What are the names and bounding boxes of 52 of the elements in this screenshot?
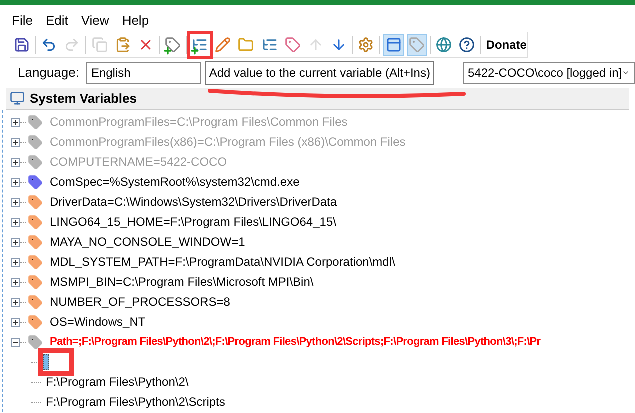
expand-toggle[interactable] — [11, 278, 20, 286]
menu-item[interactable]: View — [81, 11, 110, 31]
variable-text[interactable]: LINGO64_15_HOME=F:\Program Files\LINGO64_15\ — [50, 213, 336, 231]
expand-toggle[interactable] — [11, 178, 20, 186]
plus-icon — [162, 46, 173, 56]
variable-text[interactable]: OS=Windows_NT — [50, 313, 146, 331]
language-label: Language: — [18, 64, 80, 82]
tag-plus-icon — [164, 36, 181, 52]
expand-toggle[interactable] — [11, 238, 20, 246]
variable-text[interactable]: MSMPI_BIN=C:\Program Files\Microsoft MPI\Bin\ — [50, 273, 314, 291]
user-value: 5422-COCO\coco [logged in] — [468, 65, 622, 82]
save-icon — [14, 36, 30, 52]
text-cursor — [43, 354, 49, 370]
tooltip: Add value to the current variable (Alt+Ins) — [205, 61, 434, 85]
path-value[interactable]: F:\Program Files\Python\2\ — [46, 373, 189, 391]
variable-text[interactable]: MAYA_NO_CONSOLE_WINDOW=1 — [50, 233, 246, 251]
plus-icon — [190, 46, 200, 56]
expand-toggle[interactable] — [11, 218, 20, 226]
section-title: System Variables — [30, 90, 137, 108]
folder-icon — [238, 36, 254, 52]
variable-text[interactable]: Path=;F:\Program Files\Python\2\;F:\Program Files\Python\2\Scripts;F:\Program Files\Python\3\;F:\Pr — [50, 334, 541, 350]
variable-text[interactable]: DriverData=C:\Windows\System32\Drivers\DriverData — [50, 193, 338, 211]
expand-toggle[interactable] — [11, 198, 20, 206]
expand-toggle[interactable] — [11, 298, 20, 306]
pencil-icon — [215, 36, 232, 52]
redo-icon — [64, 36, 80, 52]
menu-item[interactable]: File — [12, 11, 33, 31]
variable-text[interactable]: ComSpec=%SystemRoot%\system32\cmd.exe — [50, 173, 300, 191]
menu-item[interactable]: Help — [122, 11, 150, 31]
user-dropdown[interactable]: 5422-COCO\coco [logged in] — [463, 62, 635, 84]
window-info-icon — [386, 36, 402, 52]
undo-icon — [41, 36, 58, 52]
expand-toggle[interactable] — [11, 318, 20, 326]
tag-icon — [408, 36, 425, 52]
menu-item[interactable]: Edit — [46, 11, 68, 31]
variable-text[interactable]: MDL_SYSTEM_PATH=F:\ProgramData\NVIDIA Corporation\mdl\ — [50, 253, 396, 271]
expand-toggle[interactable] — [11, 258, 20, 266]
help-icon — [459, 36, 476, 52]
gear-icon — [358, 36, 374, 52]
variable-text[interactable]: NUMBER_OF_PROCESSORS=8 — [50, 293, 230, 311]
globe-icon — [436, 36, 452, 52]
toolbar-button[interactable] — [383, 34, 404, 56]
path-value[interactable]: F:\Program Files\Python\2\Scripts — [46, 393, 226, 411]
monitor-icon — [10, 91, 25, 106]
copy-icon — [92, 36, 108, 52]
language-field[interactable]: English — [86, 62, 202, 84]
list-icon — [262, 36, 278, 52]
donate-link[interactable]: Donate — [486, 36, 527, 54]
tree-plus-icon — [192, 36, 208, 52]
collapse-toggle[interactable] — [11, 338, 20, 346]
paste-icon — [114, 36, 131, 52]
tag-icon — [284, 36, 301, 52]
